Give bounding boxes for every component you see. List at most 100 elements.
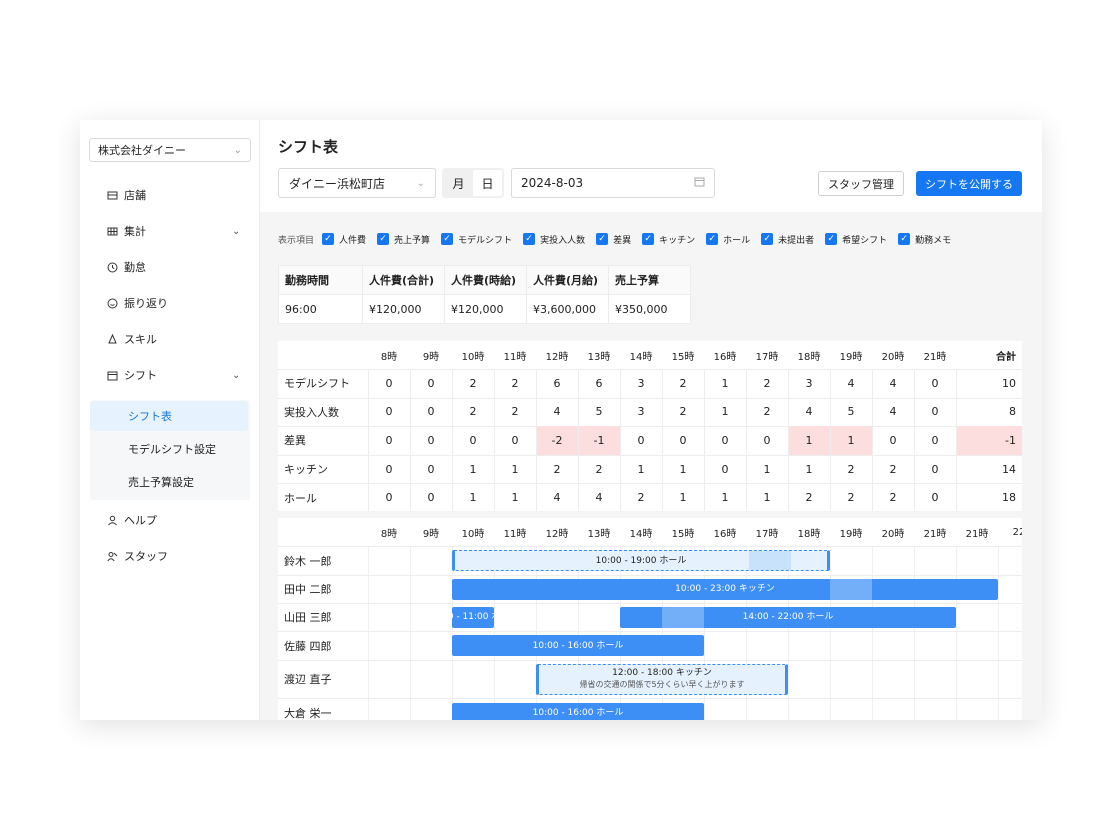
count-cell: 0 xyxy=(931,462,939,476)
sidebar-item-attendance[interactable]: 勤怠 xyxy=(106,257,146,277)
page-header: シフト表 ダイニー浜松町店 ⌄ 月 日 2024-8-03 スタッフ管理 シフト… xyxy=(260,120,1042,212)
sidebar-item-aggregate[interactable]: 集計 ⌄ xyxy=(106,221,240,241)
hour-header: 21時 xyxy=(923,351,947,363)
count-cell: 0 xyxy=(427,405,435,419)
chevron-down-icon: ⌄ xyxy=(233,144,242,156)
total-cell: 8 xyxy=(1009,405,1016,419)
store-select[interactable]: ダイニー浜松町店 ⌄ xyxy=(278,168,436,198)
sidebar-item-label: 勤怠 xyxy=(124,261,146,274)
shift-bar[interactable]: 12:00 - 18:00 キッチン 帰省の交通の関係で5分くらい早く上がります xyxy=(536,663,788,695)
count-cell: 0 xyxy=(385,491,393,505)
filter-label: キッチン xyxy=(659,235,696,246)
sidebar-item-shift[interactable]: シフト ⌄ xyxy=(106,365,240,385)
sub-item-model-shift[interactable]: モデルシフト設定 xyxy=(90,434,248,464)
sidebar-item-help[interactable]: ヘルプ xyxy=(106,510,157,530)
count-cell: 1 xyxy=(637,462,645,476)
column-divider xyxy=(410,369,411,511)
shift-bar[interactable]: 10:00 - 19:00 ホール xyxy=(452,550,830,571)
hour-header: 19時 xyxy=(839,528,863,540)
count-cell: 0 xyxy=(889,433,897,447)
hour-header: 10時 xyxy=(461,351,485,363)
filter-checkbox[interactable]: ✓ 希望シフト xyxy=(825,233,887,246)
shift-bar[interactable]: 10:00 - 16:00 ホール xyxy=(452,635,704,656)
count-cell: 2 xyxy=(763,376,771,390)
shift-bar[interactable]: 14:00 - 22:00 ホール xyxy=(620,606,956,628)
filter-checkbox[interactable]: ✓ 実投入人数 xyxy=(523,233,585,246)
count-cell: 4 xyxy=(847,376,855,390)
sidebar-item-label: シフト xyxy=(124,369,157,382)
staff-icon xyxy=(106,550,118,562)
chevron-down-icon[interactable]: ⌄ xyxy=(232,226,240,237)
filter-label: 勤務メモ xyxy=(915,235,952,246)
count-row: 実投入人数 0 0 2 2 4 5 3 2 1 2 4 5 4 0 8 xyxy=(278,398,1022,427)
count-cell: 0 xyxy=(721,433,729,447)
count-cell: 0 xyxy=(931,376,939,390)
column-divider xyxy=(914,369,915,511)
hour-header: 20時 xyxy=(881,528,905,540)
chevron-down-icon[interactable]: ⌄ xyxy=(232,370,240,381)
skill-icon xyxy=(106,333,118,345)
sidebar-item-skill[interactable]: スキル xyxy=(106,329,157,349)
count-cell: 4 xyxy=(805,405,813,419)
count-cell: 0 xyxy=(763,433,771,447)
count-cell: 1 xyxy=(721,405,729,419)
hover-highlight xyxy=(749,551,791,570)
sidebar-item-review[interactable]: 振り返り xyxy=(106,293,168,313)
count-cell: 0 xyxy=(931,433,939,447)
shift-bar[interactable]: 10:00 - 11:00 ホール xyxy=(428,606,518,628)
shift-label: 10:00 - 16:00 ホール xyxy=(533,640,624,652)
shift-bar[interactable]: 10:00 - 16:00 ホール xyxy=(452,702,704,720)
filter-checkbox[interactable]: ✓ 未提出者 xyxy=(761,233,814,246)
hour-header: 15時 xyxy=(671,528,695,540)
staff-management-button[interactable]: スタッフ管理 xyxy=(818,171,904,196)
filter-label: モデルシフト xyxy=(458,235,513,246)
count-cell: 0 xyxy=(385,376,393,390)
sidebar-item-staff[interactable]: スタッフ xyxy=(106,546,168,566)
filter-checkbox[interactable]: ✓ 差異 xyxy=(596,233,631,246)
hour-header: 19時 xyxy=(839,351,863,363)
store-icon xyxy=(106,189,118,201)
count-cell: 5 xyxy=(847,405,855,419)
main-content: シフト表 ダイニー浜松町店 ⌄ 月 日 2024-8-03 スタッフ管理 シフト… xyxy=(260,120,1042,720)
row-label: 差異 xyxy=(284,434,306,448)
sub-item-shift-table[interactable]: シフト表 xyxy=(90,401,248,431)
filter-checkbox[interactable]: ✓ ホール xyxy=(706,233,750,246)
shift-bar[interactable]: 10:00 - 23:00 キッチン xyxy=(452,578,998,600)
shift-memo: 帰省の交通の関係で5分くらい早く上がります xyxy=(579,680,745,689)
hour-header: 18時 xyxy=(797,351,821,363)
shift-label: 14:00 - 22:00 ホール xyxy=(743,611,834,623)
filter-checkbox[interactable]: ✓ 売上予算 xyxy=(377,233,430,246)
publish-shift-button[interactable]: シフトを公開する xyxy=(916,171,1022,196)
view-toggle: 月 日 xyxy=(442,168,504,198)
row-label: 実投入人数 xyxy=(284,405,339,419)
hour-header: 10時 xyxy=(461,528,485,540)
count-cell: 2 xyxy=(553,462,561,476)
sub-item-sales-budget[interactable]: 売上予算設定 xyxy=(90,467,248,497)
count-cell: 1 xyxy=(830,426,872,455)
count-cell: 0 xyxy=(469,433,477,447)
summary-table: 勤務時間 人件費(合計) 人件費(時給) 人件費(月給) 売上予算 96:00 … xyxy=(278,265,691,324)
shift-label: 10:00 - 23:00 キッチン xyxy=(675,583,775,595)
hour-header: 13時 xyxy=(587,528,611,540)
hour-header: 14時 xyxy=(629,351,653,363)
company-select[interactable]: 株式会社ダイニー ⌄ xyxy=(89,138,251,162)
count-cell: -1 xyxy=(578,426,620,455)
count-cell: 0 xyxy=(511,433,519,447)
filter-label: 差異 xyxy=(613,235,632,246)
filter-checkbox[interactable]: ✓ キッチン xyxy=(642,233,695,246)
sidebar-item-label: スキル xyxy=(124,333,157,346)
count-row: 差異 0 0 0 0 -2 -1 0 0 0 0 1 1 0 0 -1 xyxy=(278,426,1022,455)
count-cell: 2 xyxy=(469,376,477,390)
view-day-button[interactable]: 日 xyxy=(473,170,502,196)
view-month-button[interactable]: 月 xyxy=(444,170,473,196)
hour-header-row: 8時 9時 10時 11時 12時 13時 14時 15時 16時 17時 18時 19時 20時 21時… xyxy=(278,341,1022,369)
filter-checkbox[interactable]: ✓ 人件費 xyxy=(322,233,366,246)
column-divider xyxy=(494,369,495,511)
row-label: キッチン xyxy=(284,463,328,477)
filter-checkbox[interactable]: ✓ 勤務メモ xyxy=(898,233,951,246)
sidebar-item-store[interactable]: 店舗 xyxy=(106,185,146,205)
total-cell: -1 xyxy=(956,426,1022,455)
filter-checkbox[interactable]: ✓ モデルシフト xyxy=(441,233,512,246)
date-picker[interactable]: 2024-8-03 xyxy=(511,168,715,198)
row-label: モデルシフト xyxy=(284,377,350,391)
